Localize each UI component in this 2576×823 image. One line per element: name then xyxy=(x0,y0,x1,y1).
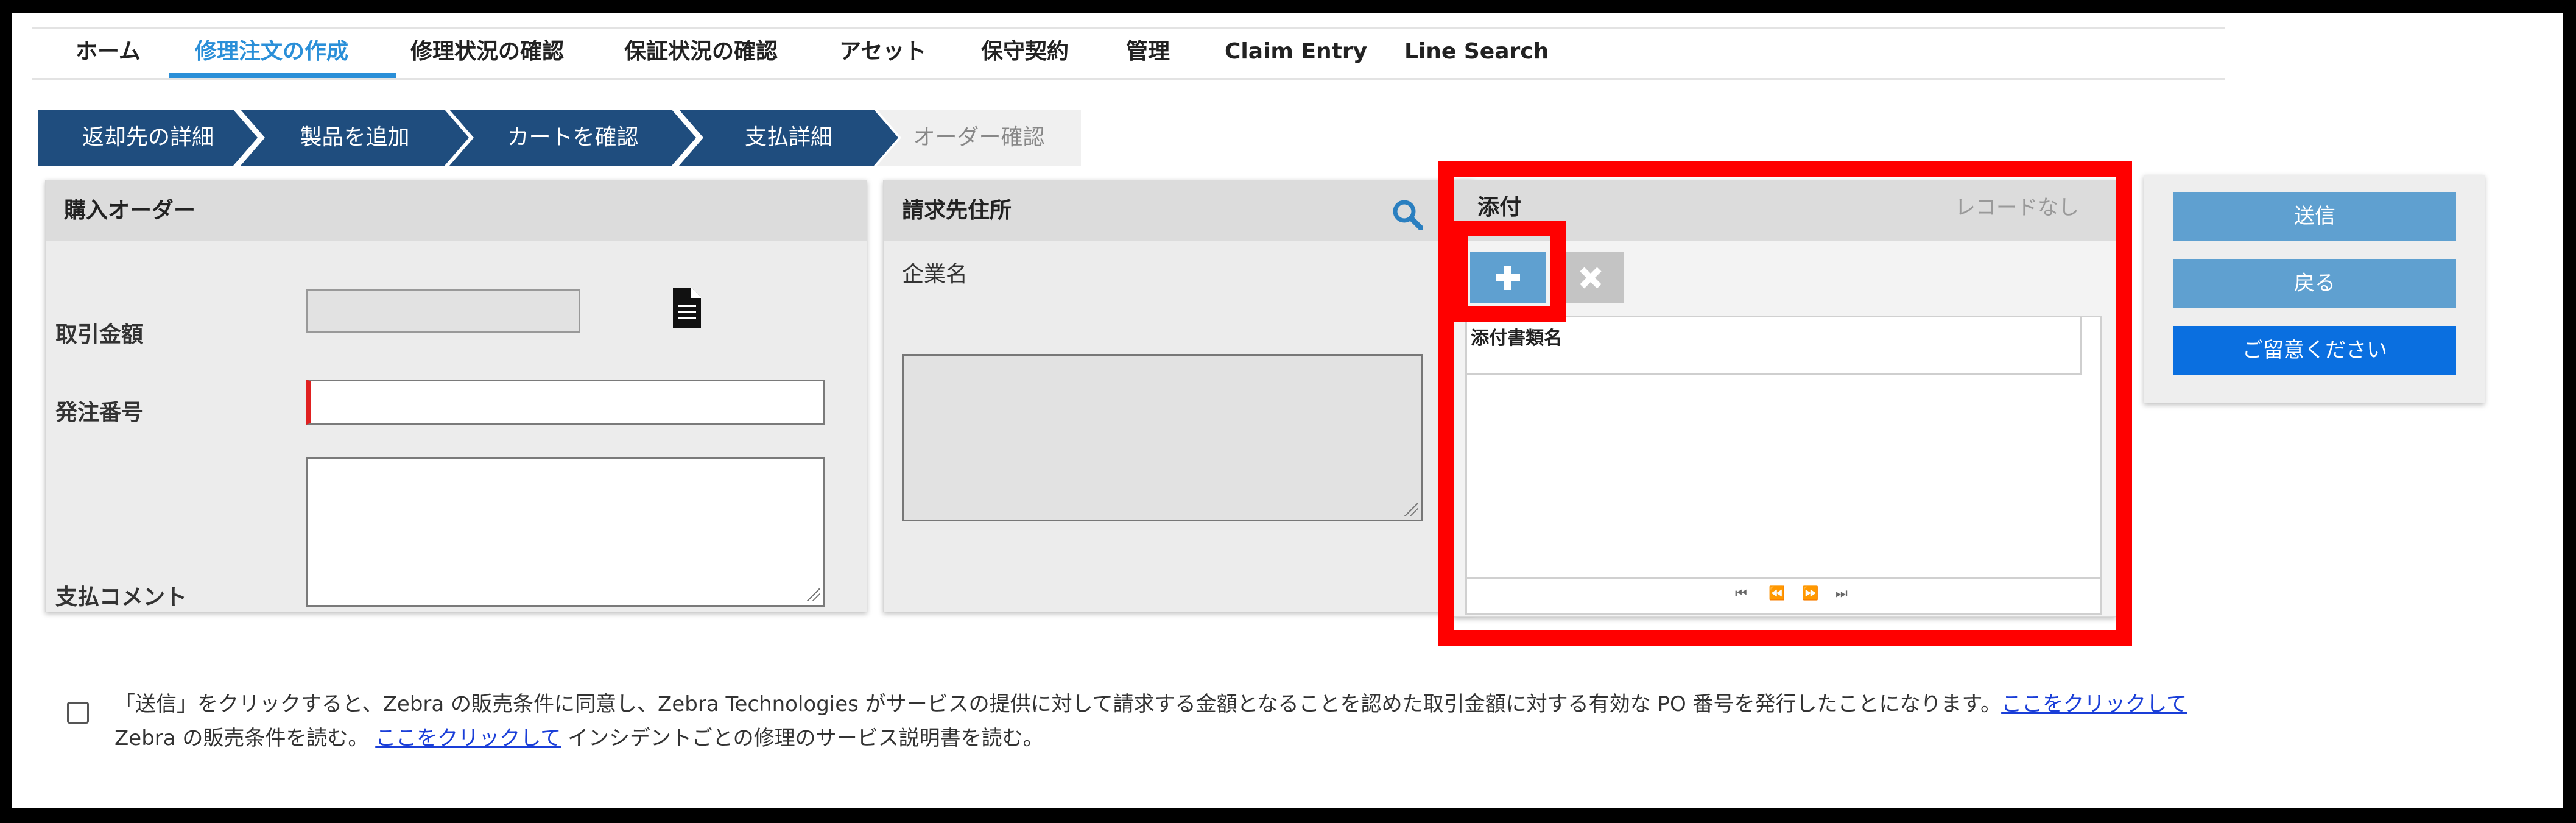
nav-item-warranty-status[interactable]: 保証状況の確認 xyxy=(624,37,778,74)
nav-top-divider xyxy=(32,27,2225,29)
payment-comment-label: 支払コメント xyxy=(55,585,188,610)
amount-label: 取引金額 xyxy=(55,322,144,347)
active-tab-indicator xyxy=(169,73,396,78)
billing-address-header: 請求先住所 xyxy=(884,180,1473,241)
attachment-name-column-header[interactable]: 添付書類名 xyxy=(1467,317,2082,375)
attachments-title: 添付 xyxy=(1477,195,1522,220)
document-icon[interactable] xyxy=(672,286,702,329)
add-attachment-button[interactable] xyxy=(1470,252,1546,303)
plus-icon xyxy=(1496,266,1520,290)
first-page-icon[interactable]: ⏮ xyxy=(1735,586,1747,601)
payment-comment-textarea[interactable] xyxy=(306,457,825,607)
nav-item-service-contracts[interactable]: 保守契約 xyxy=(981,37,1069,74)
submit-button[interactable]: 送信 xyxy=(2173,192,2456,241)
attachments-panel: 添付 レコードなし 添付書類名 ⏮ ⏪ ⏩ ⏭ xyxy=(1454,180,2116,617)
close-icon xyxy=(1580,267,1602,289)
purchase-order-title: 購入オーダー xyxy=(64,198,196,223)
step-order-confirmation: オーダー確認 xyxy=(877,110,1081,166)
company-name-label: 企業名 xyxy=(902,262,968,287)
billing-address-panel: 請求先住所 企業名 xyxy=(883,180,1474,612)
step-add-products[interactable]: 製品を追加 xyxy=(241,110,469,166)
step-return-details[interactable]: 返却先の詳細 xyxy=(38,110,258,166)
notice-button[interactable]: ご留意ください xyxy=(2173,326,2456,375)
resize-handle-icon[interactable] xyxy=(1404,503,1418,516)
attachments-pager: ⏮ ⏪ ⏩ ⏭ xyxy=(1465,579,2102,615)
prev-page-icon[interactable]: ⏪ xyxy=(1768,586,1785,601)
back-button[interactable]: 戻る xyxy=(2173,259,2456,308)
terms-text-main: 「送信」をクリックすると、Zebra の販売条件に同意し、Zebra Techn… xyxy=(114,692,2002,716)
service-description-link[interactable]: ここをクリックして xyxy=(375,726,561,751)
terms-text-end: インシデントごとの修理のサービス説明書を読む。 xyxy=(561,726,1044,751)
nav-item-line-search[interactable]: Line Search xyxy=(1404,37,1549,74)
terms-text-middle: Zebra の販売条件を読む。 xyxy=(114,726,376,751)
nav-item-claim-entry[interactable]: Claim Entry xyxy=(1225,37,1367,74)
terms-text: 「送信」をクリックすると、Zebra の販売条件に同意し、Zebra Techn… xyxy=(114,687,2209,755)
billing-address-textarea[interactable] xyxy=(902,354,1423,521)
resize-handle-icon[interactable] xyxy=(806,588,820,601)
purchase-order-panel: 購入オーダー 取引金額 発注番号 支払コメント xyxy=(45,180,867,612)
nav-item-assets[interactable]: アセット xyxy=(839,37,926,74)
terms-agree-checkbox[interactable] xyxy=(67,702,89,724)
nav-item-admin[interactable]: 管理 xyxy=(1126,37,1170,74)
step-review-cart[interactable]: カートを確認 xyxy=(449,110,696,166)
nav-bottom-divider xyxy=(32,78,2225,80)
billing-address-title: 請求先住所 xyxy=(902,198,1012,223)
step-payment-details[interactable]: 支払詳細 xyxy=(679,110,898,166)
record-status: レコードなし xyxy=(1955,196,2079,220)
po-number-input[interactable] xyxy=(306,380,825,425)
po-number-label: 発注番号 xyxy=(55,400,144,425)
amount-field xyxy=(306,289,580,333)
remove-attachment-button[interactable] xyxy=(1558,252,1624,303)
purchase-order-header: 購入オーダー xyxy=(46,180,867,241)
sales-terms-link[interactable]: ここをクリックして xyxy=(2001,692,2187,716)
search-icon[interactable] xyxy=(1392,199,1424,231)
last-page-icon[interactable]: ⏭ xyxy=(1835,586,1848,601)
nav-item-repair-status[interactable]: 修理状況の確認 xyxy=(410,37,564,74)
nav-item-create-repair-order[interactable]: 修理注文の作成 xyxy=(195,37,348,74)
attachments-grid: 添付書類名 xyxy=(1465,316,2102,579)
nav-item-home[interactable]: ホーム xyxy=(76,37,141,74)
next-page-icon[interactable]: ⏩ xyxy=(1802,586,1818,601)
attachments-header: 添付 レコードなし xyxy=(1454,180,2116,241)
